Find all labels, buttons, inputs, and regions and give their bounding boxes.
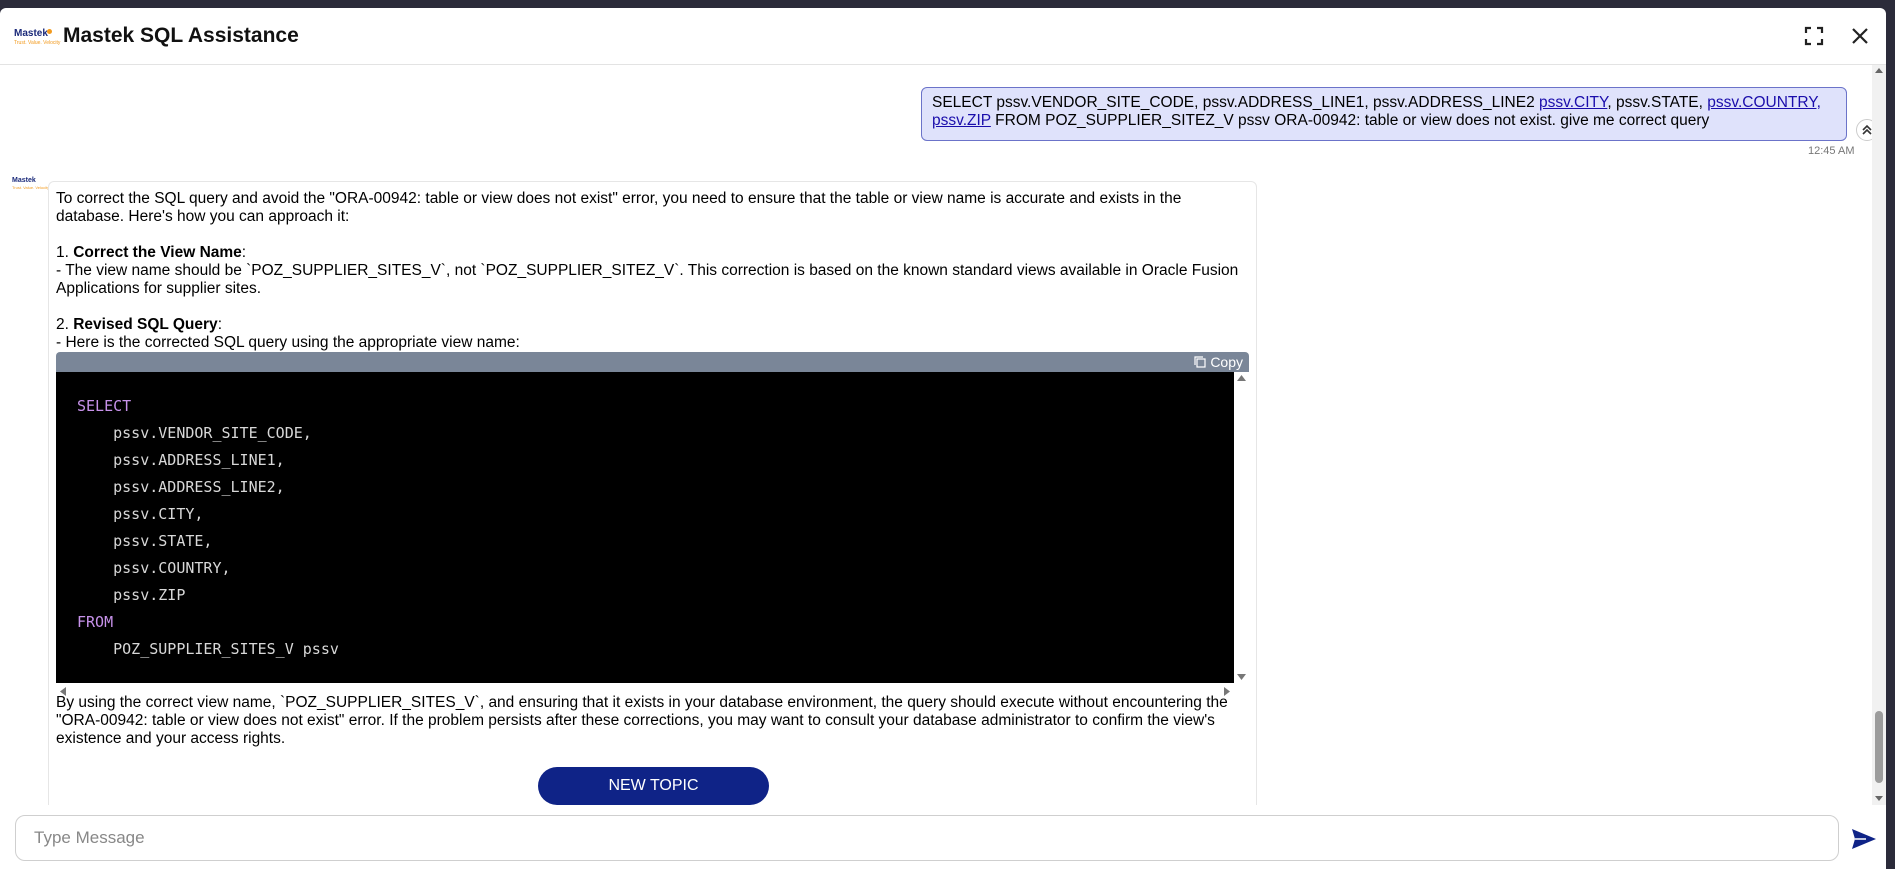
code-vertical-scrollbar[interactable] — [1234, 372, 1249, 683]
send-icon — [1852, 829, 1876, 849]
code-line: pssv.ADDRESS_LINE2, — [77, 478, 285, 496]
message-input[interactable] — [15, 815, 1839, 861]
message-composer — [0, 811, 1886, 869]
bot-avatar: Mastek Trust. Value. Velocity — [12, 177, 49, 193]
message-timestamp: 12:45 AM — [1808, 145, 1855, 157]
code-line: POZ_SUPPLIER_SITES_V pssv — [77, 640, 339, 658]
mastek-logo: Mastek Trust. Value. Velocity — [14, 28, 60, 50]
code-line: pssv.STATE, — [77, 532, 213, 550]
avatar-logo-text: Mastek — [12, 177, 36, 184]
bot-message-bubble: To correct the SQL query and avoid the "… — [48, 181, 1257, 805]
user-message-text: FROM POZ_SUPPLIER_SITEZ_V pssv ORA-00942… — [990, 112, 1710, 129]
step1-text: - The view name should be `POZ_SUPPLIER_… — [56, 262, 1239, 297]
logo-dot-icon — [47, 29, 52, 34]
link-country[interactable]: pssv.COUNTRY, — [1707, 94, 1821, 111]
link-city[interactable]: pssv.CITY — [1539, 94, 1607, 111]
step1-heading: 1. Correct the View Name: — [56, 244, 1246, 262]
sql-code[interactable]: SELECT pssv.VENDOR_SITE_CODE, pssv.ADDRE… — [56, 372, 1234, 683]
page-title: Mastek SQL Assistance — [63, 24, 299, 47]
expand-button[interactable] — [1800, 22, 1828, 50]
page-scroll-arrows-icon — [1875, 68, 1883, 801]
code-line: pssv.CITY, — [77, 505, 204, 523]
step1-colon: : — [241, 244, 247, 261]
logo-text: Mastek — [14, 28, 48, 39]
step1-title: Correct the View Name — [73, 244, 242, 261]
close-icon — [1852, 28, 1868, 44]
code-toolbar: Copy — [56, 352, 1249, 372]
avatar-logo-tagline: Trust. Value. Velocity — [12, 185, 50, 190]
copy-button[interactable]: Copy — [1194, 354, 1243, 370]
copy-icon — [1194, 356, 1206, 368]
header: Mastek Trust. Value. Velocity Mastek SQL… — [0, 8, 1886, 65]
logo-tagline: Trust. Value. Velocity — [14, 40, 61, 46]
step2-colon: : — [217, 316, 222, 333]
step2-number: 2. — [56, 316, 74, 333]
link-zip[interactable]: pssv.ZIP — [932, 112, 991, 129]
copy-label: Copy — [1210, 354, 1243, 370]
code-line: pssv.ADDRESS_LINE1, — [77, 451, 285, 469]
bot-outro: By using the correct view name, `POZ_SUP… — [56, 694, 1228, 747]
code-block: Copy SELECT pssv.VENDOR_SITE_CODE, pssv.… — [56, 352, 1249, 700]
step2-heading: 2. Revised SQL Query: — [56, 316, 1246, 334]
step1-number: 1. — [56, 244, 74, 261]
user-message-bubble: SELECT pssv.VENDOR_SITE_CODE, pssv.ADDRE… — [921, 87, 1847, 141]
bot-intro: To correct the SQL query and avoid the "… — [56, 190, 1182, 225]
user-message-text: SELECT pssv.VENDOR_SITE_CODE, pssv.ADDRE… — [932, 94, 1539, 111]
code-line: pssv.ZIP — [77, 586, 186, 604]
step2-title: Revised SQL Query — [73, 316, 218, 333]
fullscreen-icon — [1804, 26, 1824, 46]
scroll-arrows-icon — [1237, 375, 1246, 680]
close-button[interactable] — [1846, 22, 1874, 50]
step2-text: - Here is the corrected SQL query using … — [56, 334, 520, 351]
user-message-text: , pssv.STATE, — [1607, 94, 1708, 111]
new-topic-button[interactable]: NEW TOPIC — [538, 767, 769, 805]
send-button[interactable] — [1850, 825, 1878, 853]
code-line: SELECT — [77, 397, 132, 415]
code-line: pssv.VENDOR_SITE_CODE, — [77, 424, 312, 442]
chat-window: Mastek Trust. Value. Velocity Mastek SQL… — [0, 8, 1886, 869]
chat-area[interactable]: SELECT pssv.VENDOR_SITE_CODE, pssv.ADDRE… — [0, 65, 1886, 805]
scrollbar-thumb[interactable] — [1875, 711, 1883, 783]
code-line: FROM — [77, 613, 114, 631]
page-scrollbar[interactable] — [1872, 65, 1886, 805]
code-line: pssv.COUNTRY, — [77, 559, 231, 577]
